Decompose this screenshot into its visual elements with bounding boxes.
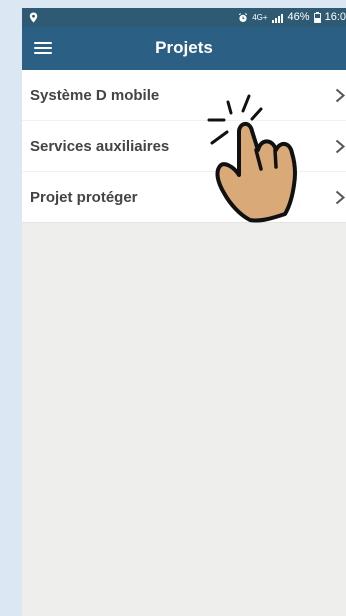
alarm-icon [239, 12, 248, 22]
chevron-right-icon [335, 190, 346, 205]
project-item[interactable]: Projet protéger [22, 172, 346, 222]
status-bar: 4G+ 46% 16:0 [22, 8, 346, 27]
menu-icon-line [34, 47, 52, 49]
menu-icon-line [34, 42, 52, 44]
project-item[interactable]: Système D mobile [22, 70, 346, 121]
phone-screen: 4G+ 46% 16:0 Projets Système D mobile Se… [22, 8, 346, 616]
location-icon [29, 12, 38, 23]
app-header: Projets [22, 27, 346, 70]
menu-icon-line [34, 52, 52, 54]
chevron-right-icon [335, 88, 346, 103]
project-list: Système D mobile Services auxiliaires Pr… [22, 70, 346, 223]
battery-icon [313, 12, 321, 23]
project-label: Services auxiliaires [30, 137, 170, 155]
menu-button[interactable] [34, 39, 54, 57]
network-label: 4G+ [252, 13, 268, 22]
status-left [29, 8, 38, 27]
status-right: 4G+ 46% 16:0 [238, 8, 346, 27]
signal-icon [271, 13, 283, 23]
project-label: Projet protéger [30, 188, 138, 206]
page-title: Projets [155, 38, 213, 57]
project-item[interactable]: Services auxiliaires [22, 121, 346, 172]
time-display: 16:0 [324, 11, 346, 23]
project-label: Système D mobile [30, 86, 160, 104]
battery-percentage: 46% [287, 11, 310, 23]
chevron-right-icon [335, 139, 346, 154]
